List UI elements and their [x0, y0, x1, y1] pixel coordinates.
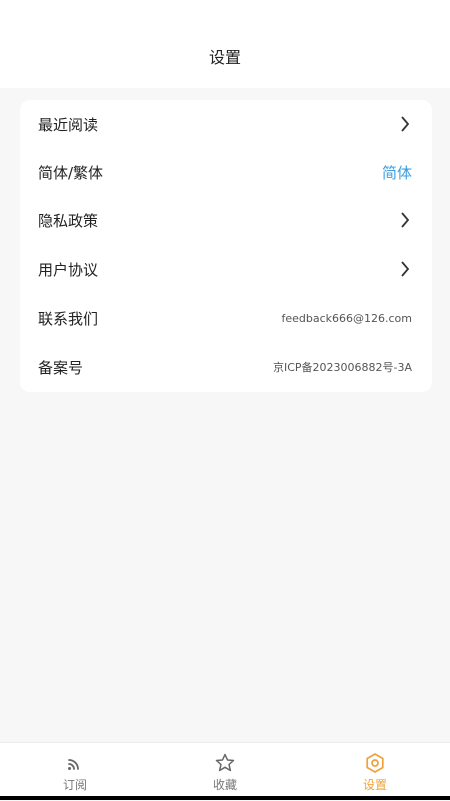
language-value[interactable]: 简体: [382, 162, 412, 183]
tab-label: 收藏: [212, 777, 237, 792]
page-title: 设置: [208, 48, 241, 67]
settings-row-label: 最近阅读: [38, 115, 99, 134]
tab-label: 设置: [362, 777, 387, 792]
settings-row-recent-reading[interactable]: 最近阅读: [20, 100, 432, 148]
hexagon-settings-icon: [364, 752, 386, 774]
settings-row-user-agreement[interactable]: 用户协议: [20, 245, 432, 293]
top-header: 设置: [0, 0, 450, 88]
home-indicator-bar: [0, 796, 450, 800]
settings-row-contact-us[interactable]: 联系我们 feedback666@126.com: [20, 294, 432, 342]
bottom-tab-bar: 订阅 收藏 设置: [0, 742, 450, 800]
settings-row-label: 备案号: [38, 358, 84, 377]
settings-row-label: 简体/繁体: [38, 163, 104, 182]
chevron-right-icon: [398, 261, 412, 277]
contact-email: feedback666@126.com: [281, 311, 412, 325]
icp-number: 京ICP备2023006882号-3A: [272, 361, 412, 374]
tab-label: 订阅: [62, 777, 87, 792]
tab-subscribe[interactable]: 订阅: [0, 743, 150, 801]
settings-row-label: 联系我们: [38, 309, 99, 328]
rss-icon: [64, 752, 86, 774]
settings-row-label: 用户协议: [38, 260, 99, 279]
settings-row-language[interactable]: 简体/繁体 简体: [20, 148, 432, 196]
settings-row-label: 隐私政策: [38, 211, 99, 230]
settings-row-privacy-policy[interactable]: 隐私政策: [20, 196, 432, 244]
tab-settings[interactable]: 设置: [300, 743, 450, 801]
settings-card: 最近阅读 简体/繁体 简体 隐私政策 用户协议 联系我们 feedback666…: [20, 100, 432, 392]
tab-favorites[interactable]: 收藏: [150, 743, 300, 801]
chevron-right-icon: [398, 212, 412, 228]
star-icon: [214, 752, 236, 774]
settings-row-icp-record[interactable]: 备案号 京ICP备2023006882号-3A: [20, 343, 432, 391]
chevron-right-icon: [398, 116, 412, 132]
